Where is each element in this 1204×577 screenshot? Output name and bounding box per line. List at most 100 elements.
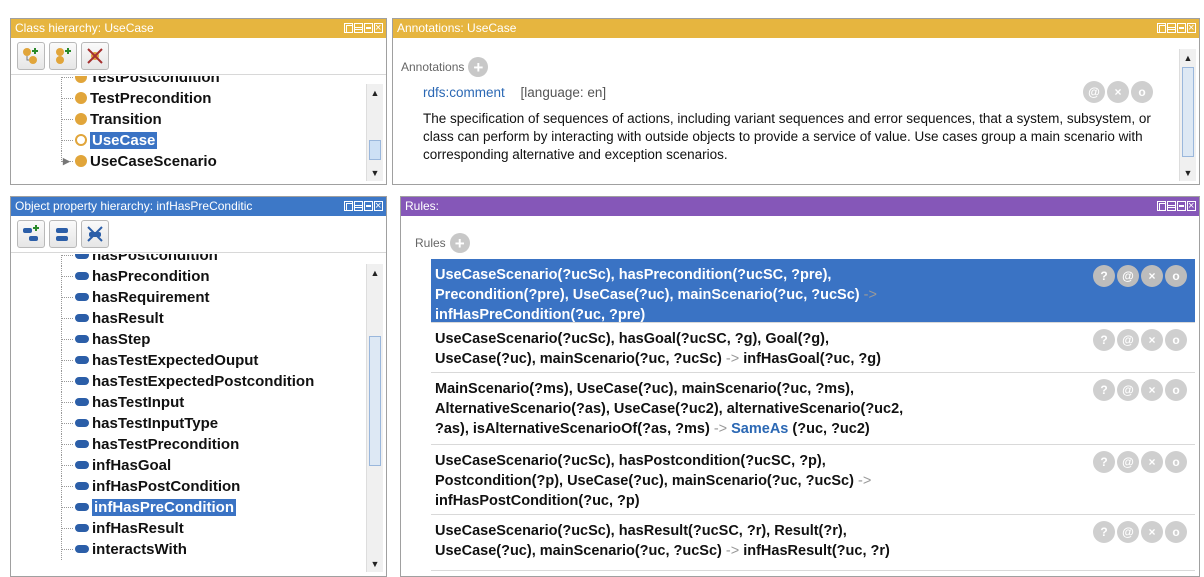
tree-item-property[interactable]: hasTestInput [11, 392, 368, 413]
rule-row[interactable]: UseCaseScenario(?ucSc), hasResult(?ucSC,… [431, 515, 1195, 571]
annotate-icon[interactable]: @ [1083, 81, 1105, 103]
view-icon[interactable] [1167, 23, 1176, 33]
float-icon[interactable] [344, 23, 353, 33]
delete-icon[interactable]: × [1141, 379, 1163, 401]
tree-item-property[interactable]: infHasPostCondition [11, 476, 368, 497]
scroll-down-icon[interactable]: ▼ [367, 555, 383, 572]
class-hierarchy-titlebar: Class hierarchy: UseCase [11, 19, 386, 38]
object-property-icon [75, 335, 89, 343]
scroll-up-icon[interactable]: ▲ [367, 84, 383, 101]
annotate-icon[interactable]: @ [1117, 329, 1139, 351]
view-icon[interactable] [354, 23, 363, 33]
tree-item-usecasescenario[interactable]: ▶ UseCaseScenario [11, 151, 368, 172]
edit-icon[interactable]: o [1165, 265, 1187, 287]
minimize-icon[interactable] [1177, 201, 1186, 211]
annotations-title: Annotations: UseCase [397, 21, 517, 35]
explain-icon[interactable]: ? [1093, 329, 1115, 351]
panel-window-controls[interactable] [1157, 197, 1196, 216]
edit-icon[interactable]: o [1165, 379, 1187, 401]
explain-icon[interactable]: ? [1093, 451, 1115, 473]
view-icon[interactable] [354, 201, 363, 211]
tree-item-property[interactable]: hasTestExpectedOuput [11, 350, 368, 371]
tree-item-property[interactable]: infHasPreCondition [11, 497, 368, 518]
tree-item-property[interactable]: hasPostcondition [11, 254, 368, 266]
rule-buttons: ? @ × o [1093, 379, 1187, 401]
panel-window-controls[interactable] [344, 197, 383, 216]
scroll-up-icon[interactable]: ▲ [1180, 49, 1196, 66]
rule-row[interactable]: UseCaseScenario(?ucSc), hasGoal(?ucSC, ?… [431, 323, 1195, 373]
explain-icon[interactable]: ? [1093, 521, 1115, 543]
edit-icon[interactable]: o [1165, 329, 1187, 351]
close-icon[interactable] [1187, 197, 1196, 216]
delete-icon[interactable]: × [1107, 81, 1129, 103]
scroll-thumb[interactable] [1182, 67, 1194, 157]
sameas-builtin: SameAs [731, 421, 789, 437]
explain-icon[interactable]: ? [1093, 265, 1115, 287]
tree-item-property[interactable]: hasStep [11, 329, 368, 350]
tree-item-property[interactable]: hasResult [11, 308, 368, 329]
tree-item-testprecondition[interactable]: TestPrecondition [11, 88, 368, 109]
close-icon[interactable] [1187, 19, 1196, 38]
tree-item-property[interactable]: hasTestInputType [11, 413, 368, 434]
scroll-thumb[interactable] [369, 336, 381, 466]
float-icon[interactable] [1157, 201, 1166, 211]
tree-item-property[interactable]: hasPrecondition [11, 266, 368, 287]
scroll-up-icon[interactable]: ▲ [367, 264, 383, 281]
annotate-icon[interactable]: @ [1117, 451, 1139, 473]
tree-item-usecase[interactable]: UseCase [11, 130, 368, 151]
annotate-icon[interactable]: @ [1117, 521, 1139, 543]
delete-class-button[interactable] [81, 42, 109, 70]
add-sibling-property-icon [56, 228, 68, 241]
rule-row[interactable]: MainScenario(?ms), UseCase(?uc), mainSce… [431, 373, 1195, 445]
scroll-down-icon[interactable]: ▼ [1180, 164, 1196, 181]
close-icon[interactable] [374, 19, 383, 38]
class-tree-scrollbar[interactable]: ▲ ▼ [366, 84, 383, 181]
annotation-property[interactable]: rdfs:comment [423, 85, 505, 100]
implies-arrow: -> [725, 543, 740, 559]
add-subclass-button[interactable] [17, 42, 45, 70]
explain-icon[interactable]: ? [1093, 379, 1115, 401]
annotate-icon[interactable]: @ [1117, 379, 1139, 401]
object-property-scrollbar[interactable]: ▲ ▼ [366, 264, 383, 572]
edit-icon[interactable]: o [1131, 81, 1153, 103]
add-annotation-icon[interactable]: + [468, 57, 489, 77]
panel-window-controls[interactable] [344, 19, 383, 38]
add-sibling-property-button[interactable] [49, 220, 77, 248]
add-subproperty-button[interactable] [17, 220, 45, 248]
panel-window-controls[interactable] [1157, 19, 1196, 38]
class-icon [75, 92, 87, 104]
tree-item-testpostcondition[interactable]: TestPostcondition [11, 76, 368, 88]
delete-icon[interactable]: × [1141, 265, 1163, 287]
delete-icon[interactable]: × [1141, 521, 1163, 543]
tree-item-property[interactable]: infHasResult [11, 518, 368, 539]
add-rule-icon[interactable]: + [449, 233, 470, 253]
tree-item-property[interactable]: interactsWith [11, 539, 368, 560]
tree-item-property[interactable]: hasRequirement [11, 287, 368, 308]
rule-row[interactable]: UseCaseScenario(?ucSc), hasPostcondition… [431, 445, 1195, 515]
add-sibling-button[interactable] [49, 42, 77, 70]
tree-item-transition[interactable]: Transition [11, 109, 368, 130]
tree-item-property[interactable]: hasTestExpectedPostcondition [11, 371, 368, 392]
rule-buttons: ? @ × o [1093, 521, 1187, 543]
delete-icon[interactable]: × [1141, 329, 1163, 351]
minimize-icon[interactable] [1177, 23, 1186, 33]
scroll-down-icon[interactable]: ▼ [367, 164, 383, 181]
edit-icon[interactable]: o [1165, 451, 1187, 473]
delete-property-button[interactable] [81, 220, 109, 248]
close-icon[interactable] [374, 197, 383, 216]
scroll-thumb[interactable] [369, 140, 381, 160]
tree-item-property[interactable]: hasTestPrecondition [11, 434, 368, 455]
tree-item-property[interactable]: infHasGoal [11, 455, 368, 476]
minimize-icon[interactable] [364, 23, 373, 33]
minimize-icon[interactable] [364, 201, 373, 211]
rule-line: AlternativeScenario(?as), UseCase(?uc2),… [435, 401, 904, 417]
annotate-icon[interactable]: @ [1117, 265, 1139, 287]
view-icon[interactable] [1167, 201, 1176, 211]
expand-arrow-icon[interactable]: ▶ [63, 151, 70, 172]
rule-row[interactable]: UseCaseScenario(?ucSc), hasPrecondition(… [431, 259, 1195, 323]
edit-icon[interactable]: o [1165, 521, 1187, 543]
annotations-scrollbar[interactable]: ▲ ▼ [1179, 49, 1196, 181]
float-icon[interactable] [344, 201, 353, 211]
delete-icon[interactable]: × [1141, 451, 1163, 473]
float-icon[interactable] [1157, 23, 1166, 33]
